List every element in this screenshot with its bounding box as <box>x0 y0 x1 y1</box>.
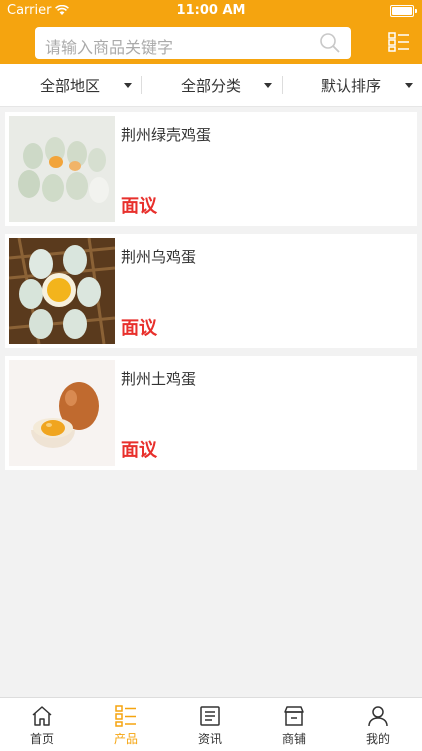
divider <box>141 76 142 94</box>
tab-news-label: 资讯 <box>197 732 222 746</box>
search-placeholder: 请输入商品关键字 <box>45 38 174 57</box>
divider <box>282 76 283 94</box>
tab-news[interactable]: 资讯 <box>168 698 252 751</box>
tab-mine[interactable]: 我的 <box>336 698 420 751</box>
product-card[interactable]: 荆州土鸡蛋 面议 <box>5 356 417 470</box>
filter-category-label: 全部分类 <box>181 76 242 95</box>
filter-sort[interactable]: 默认排序 <box>321 64 421 106</box>
product-image <box>9 238 115 344</box>
top-bar: Carrier 11:00 AM 请输入商品关键字 <box>0 0 422 64</box>
tab-bar: 首页 产品 资讯 商铺 我的 <box>0 697 422 751</box>
product-card[interactable]: 荆州乌鸡蛋 面议 <box>5 234 417 348</box>
status-time: 11:00 AM <box>176 3 246 18</box>
product-title: 荆州土鸡蛋 <box>121 370 197 388</box>
product-price: 面议 <box>121 196 157 217</box>
shop-icon <box>284 706 304 726</box>
search-input[interactable]: 请输入商品关键字 <box>35 27 351 59</box>
tab-shops-label: 商铺 <box>281 732 306 746</box>
news-icon <box>200 706 220 726</box>
dropdown-arrow-icon <box>264 83 272 88</box>
tab-shops[interactable]: 商铺 <box>252 698 336 751</box>
list-icon <box>115 705 136 727</box>
tab-home[interactable]: 首页 <box>0 698 84 751</box>
tab-products-label: 产品 <box>113 732 138 746</box>
filter-region-label: 全部地区 <box>40 76 101 95</box>
product-price: 面议 <box>121 440 157 461</box>
filter-sort-label: 默认排序 <box>321 76 382 95</box>
dropdown-arrow-icon <box>405 83 413 88</box>
tab-products[interactable]: 产品 <box>84 698 168 751</box>
filter-bar: 全部地区 全部分类 默认排序 <box>0 64 422 107</box>
home-icon <box>32 706 52 726</box>
status-bar: Carrier 11:00 AM <box>0 0 422 22</box>
product-title: 荆州乌鸡蛋 <box>121 248 197 266</box>
product-image <box>9 116 115 222</box>
tab-home-label: 首页 <box>29 732 54 746</box>
category-menu-icon[interactable] <box>388 32 410 52</box>
dropdown-arrow-icon <box>124 83 132 88</box>
product-title: 荆州绿壳鸡蛋 <box>121 126 212 144</box>
tab-mine-label: 我的 <box>365 732 390 746</box>
filter-category[interactable]: 全部分类 <box>181 64 281 106</box>
product-card[interactable]: 荆州绿壳鸡蛋 面议 <box>5 112 417 226</box>
user-icon <box>368 706 388 727</box>
filter-region[interactable]: 全部地区 <box>40 64 140 106</box>
product-image <box>9 360 115 466</box>
battery-icon <box>390 5 417 17</box>
product-price: 面议 <box>121 318 157 339</box>
search-icon[interactable] <box>319 32 341 54</box>
